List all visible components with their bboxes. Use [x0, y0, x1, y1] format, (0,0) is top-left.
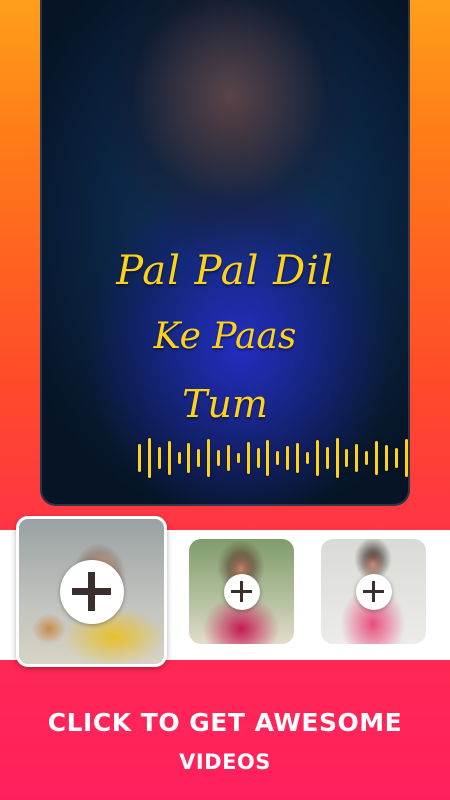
- cta-subtitle[interactable]: VIDEOS: [0, 750, 450, 774]
- audio-waveform-icon: [138, 436, 408, 480]
- waveform-bar: [177, 452, 181, 464]
- waveform-bar: [138, 444, 141, 472]
- lyric-line-2: Ke Paas: [153, 316, 297, 357]
- waveform-bar: [384, 445, 388, 471]
- waveform-bar: [256, 448, 260, 468]
- waveform-bar: [187, 443, 191, 473]
- waveform-bar: [147, 438, 151, 478]
- waveform-bar: [315, 440, 319, 476]
- lyric-line-1: Pal Pal Dil: [116, 248, 334, 294]
- waveform-bar: [305, 452, 309, 464]
- waveform-bar: [345, 449, 349, 467]
- waveform-bar: [365, 451, 369, 465]
- plus-icon[interactable]: [355, 573, 392, 610]
- waveform-bar: [157, 447, 161, 469]
- waveform-bar: [394, 448, 398, 468]
- waveform-bar: [226, 445, 230, 471]
- cta-title[interactable]: CLICK TO GET AWESOME: [0, 708, 450, 737]
- video-preview[interactable]: Pal Pal Dil Ke Paas Tum: [40, 0, 410, 506]
- waveform-bar: [404, 439, 408, 477]
- plus-icon[interactable]: [59, 559, 124, 624]
- waveform-bar: [217, 450, 220, 466]
- waveform-bar: [167, 441, 171, 475]
- waveform-bar: [236, 453, 240, 463]
- waveform-bar: [276, 451, 280, 465]
- waveform-bar: [207, 439, 211, 477]
- waveform-bar: [325, 447, 329, 469]
- waveform-bar: [375, 441, 378, 475]
- waveform-bar: [335, 438, 339, 478]
- waveform-bar: [355, 444, 359, 472]
- waveform-bar: [266, 440, 270, 476]
- lyric-line-3: Tum: [182, 382, 268, 426]
- waveform-bar: [197, 449, 201, 467]
- thumbnail-three[interactable]: [321, 539, 426, 644]
- thumbnail-main[interactable]: [16, 516, 167, 667]
- plus-icon[interactable]: [223, 573, 260, 610]
- thumbnail-two[interactable]: [189, 539, 294, 644]
- waveform-bar: [246, 442, 250, 474]
- waveform-bar: [296, 443, 299, 473]
- waveform-bar: [286, 446, 290, 470]
